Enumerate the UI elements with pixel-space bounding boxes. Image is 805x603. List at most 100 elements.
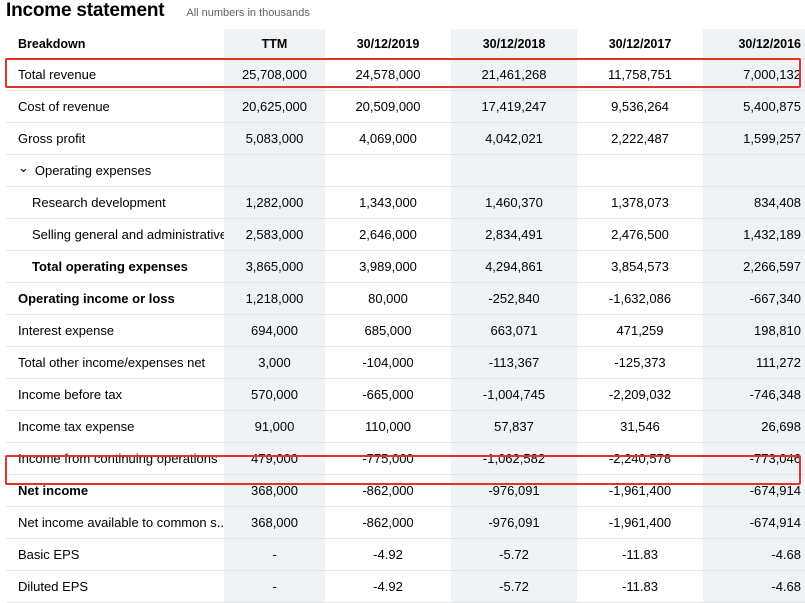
value-cell: 479,000 — [224, 443, 325, 474]
value-cell: 17,419,247 — [451, 91, 577, 122]
value-cell: 1,218,000 — [224, 283, 325, 314]
value-cell: -862,000 — [362, 515, 414, 530]
value-cell: 9,536,264 — [611, 99, 669, 114]
row-label-text: Net income — [18, 483, 89, 498]
row-label: Gross profit — [6, 123, 224, 154]
value-cell: 31,546 — [620, 419, 660, 434]
value-cell: 471,259 — [616, 323, 664, 338]
row-label: Total other income/expenses net — [6, 347, 224, 378]
table-row-basic-eps: Basic EPS - -4.92 -5.72 -11.83 -4.68 — [6, 539, 805, 571]
row-label: Interest expense — [6, 315, 224, 346]
value-cell: 2,834,491 — [451, 219, 577, 250]
value-cell: 1,460,370 — [451, 187, 577, 218]
table-row-cost-of-revenue: Cost of revenue 20,625,000 20,509,000 17,41… — [6, 91, 805, 123]
column-header-ttm[interactable]: TTM — [224, 29, 325, 58]
row-label-text: Income from continuing operations — [18, 451, 218, 466]
table-row-total-other-income-expenses-net: Total other income/expenses net 3,000 -104… — [6, 347, 805, 379]
table-row-net-income-available-to-common-s: Net income available to common s... 368,0… — [6, 507, 805, 539]
value-cell: 20,509,000 — [355, 99, 421, 114]
table-row-income-tax-expense: Income tax expense 91,000 110,000 57,837 31,… — [6, 411, 805, 443]
column-header-breakdown[interactable]: Breakdown — [6, 29, 224, 58]
value-cell: 663,071 — [451, 315, 577, 346]
value-cell: 198,810 — [703, 315, 805, 346]
value-cell: -1,062,582 — [451, 443, 577, 474]
value-cell: 368,000 — [224, 475, 325, 506]
value-cell: -976,091 — [451, 475, 577, 506]
row-label: Income before tax — [6, 379, 224, 410]
value-cell — [577, 155, 703, 186]
value-cell: -5.72 — [451, 539, 577, 570]
value-cell: 4,042,021 — [451, 123, 577, 154]
table-row-gross-profit: Gross profit 5,083,000 4,069,000 4,042,021 2… — [6, 123, 805, 155]
value-cell: 3,865,000 — [224, 251, 325, 282]
table-header-row: Breakdown TTM 30/12/2019 30/12/2018 30/1… — [6, 29, 805, 59]
value-cell: -1,961,400 — [608, 483, 672, 498]
table-row-total-revenue: Total revenue 25,708,000 24,578,000 21,461,… — [6, 59, 805, 91]
value-cell: 1,378,073 — [611, 195, 669, 210]
column-header-2017[interactable]: 30/12/2017 — [577, 29, 703, 58]
value-cell: - — [224, 571, 325, 602]
value-cell: -5.72 — [451, 571, 577, 602]
page-header: Income statement All numbers in thousand… — [6, 0, 310, 22]
row-label: Basic EPS — [6, 539, 224, 570]
row-label-text: Income before tax — [18, 387, 123, 402]
value-cell: -4.68 — [703, 539, 805, 570]
value-cell — [703, 155, 805, 186]
row-label: Net income — [6, 475, 224, 506]
value-cell: 4,069,000 — [359, 131, 417, 146]
row-label: Selling general and administrative — [6, 219, 224, 250]
value-cell: 3,989,000 — [359, 259, 417, 274]
value-cell: 4,294,861 — [451, 251, 577, 282]
value-cell: -11.83 — [622, 547, 658, 562]
value-cell: 1,282,000 — [224, 187, 325, 218]
value-cell: 5,400,875 — [703, 91, 805, 122]
table-row-income-from-continuing-operations: Income from continuing operations 479,000… — [6, 443, 805, 475]
page-title: Income statement — [6, 0, 165, 21]
value-cell: -4.68 — [703, 571, 805, 602]
value-cell: -252,840 — [451, 283, 577, 314]
row-label: Diluted EPS — [6, 571, 224, 602]
value-cell: -674,914 — [703, 475, 805, 506]
row-label: Total revenue — [6, 59, 224, 90]
column-header-2018[interactable]: 30/12/2018 — [451, 29, 577, 58]
row-label: Cost of revenue — [6, 91, 224, 122]
table-row-operating-income-or-loss: Operating income or loss 1,218,000 80,000 -… — [6, 283, 805, 315]
row-label-text: Income tax expense — [18, 419, 135, 434]
chevron-down-icon[interactable]: ⌄ — [18, 161, 29, 174]
row-label: Net income available to common s... — [6, 507, 224, 538]
value-cell: 834,408 — [703, 187, 805, 218]
value-cell: -674,914 — [703, 507, 805, 538]
value-cell: 1,432,189 — [703, 219, 805, 250]
value-cell: 24,578,000 — [355, 67, 421, 82]
value-cell: - — [224, 539, 325, 570]
value-cell: -4.92 — [373, 579, 403, 594]
value-cell — [224, 155, 325, 186]
row-label: Income from continuing operations — [6, 443, 224, 474]
table-row-income-before-tax: Income before tax 570,000 -665,000 -1,004,7… — [6, 379, 805, 411]
value-cell: 3,000 — [224, 347, 325, 378]
value-cell: 111,272 — [703, 347, 805, 378]
row-label-text: Research development — [32, 195, 166, 210]
income-statement-table: Breakdown TTM 30/12/2019 30/12/2018 30/1… — [6, 29, 805, 603]
value-cell: 2,646,000 — [359, 227, 417, 242]
value-cell: -746,348 — [703, 379, 805, 410]
value-cell: 5,083,000 — [224, 123, 325, 154]
value-cell: -665,000 — [362, 387, 414, 402]
value-cell: 21,461,268 — [451, 59, 577, 90]
value-cell: 7,000,132 — [703, 59, 805, 90]
column-header-2016[interactable]: 30/12/2016 — [703, 29, 805, 58]
value-cell: 570,000 — [224, 379, 325, 410]
table-row-interest-expense: Interest expense 694,000 685,000 663,071 471… — [6, 315, 805, 347]
value-cell: 110,000 — [364, 419, 412, 434]
row-label-text: Interest expense — [18, 323, 115, 338]
value-cell: 57,837 — [451, 411, 577, 442]
value-cell: -2,209,032 — [608, 387, 672, 402]
row-label-text: Gross profit — [18, 131, 86, 146]
value-cell: -862,000 — [362, 483, 414, 498]
value-cell: -4.92 — [373, 547, 403, 562]
row-label: Income tax expense — [6, 411, 224, 442]
value-cell: 20,625,000 — [224, 91, 325, 122]
row-label-expandable[interactable]: ⌄ Operating expenses — [6, 155, 224, 186]
table-row-net-income: Net income 368,000 -862,000 -976,091 -1,961,… — [6, 475, 805, 507]
column-header-2019[interactable]: 30/12/2019 — [325, 29, 451, 58]
